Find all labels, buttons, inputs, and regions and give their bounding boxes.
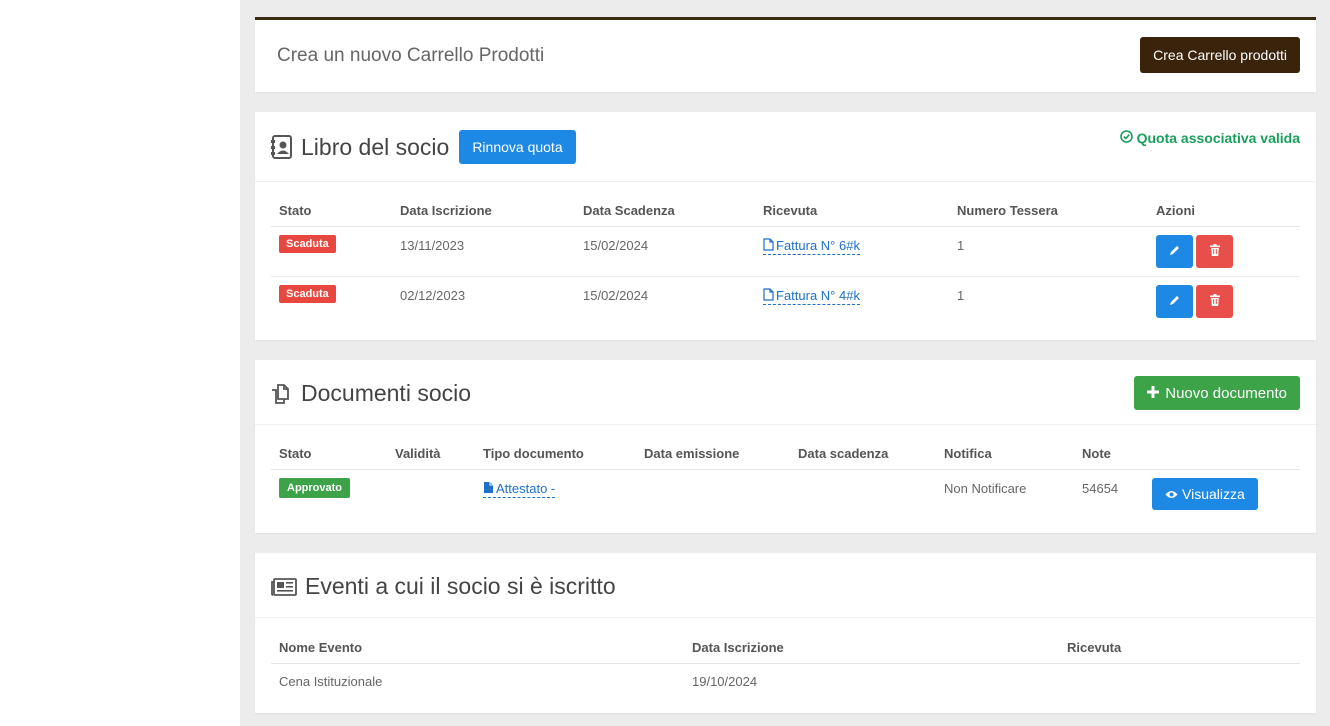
col-actions <box>1144 439 1300 470</box>
create-cart-button[interactable]: Crea Carrello prodotti <box>1140 37 1300 73</box>
col-data-iscrizione: Data Iscrizione <box>684 633 1059 664</box>
documenti-table: Stato Validità Tipo documento Data emiss… <box>271 439 1300 519</box>
data-iscrizione-cell: 19/10/2024 <box>692 673 758 689</box>
table-row: Scaduta 02/12/2023 15/02/2024 Fattura N°… <box>271 276 1300 326</box>
quota-status-text: Quota associativa valida <box>1136 130 1300 146</box>
col-ricevuta: Ricevuta <box>1059 633 1300 664</box>
numero-tessera-cell: 1 <box>949 226 1148 277</box>
table-row: Scaduta 13/11/2023 15/02/2024 Fattura N°… <box>271 226 1300 277</box>
table-row: Cena Istituzionale 19/10/2024 <box>271 663 1300 699</box>
nome-evento-cell: Cena Istituzionale <box>279 673 383 689</box>
libro-card: Libro del socio Rinnova quota Quota asso… <box>255 112 1316 340</box>
delete-button[interactable] <box>1196 284 1233 318</box>
table-row: Approvato Attestato - Non Notificare 546… <box>271 469 1300 519</box>
delete-button[interactable] <box>1196 234 1233 268</box>
col-data-scadenza: Data Scadenza <box>575 196 755 227</box>
trash-icon <box>1209 293 1220 309</box>
quota-status: Quota associativa valida <box>1119 130 1300 146</box>
ricevuta-cell <box>1059 663 1300 699</box>
libro-title: Libro del socio Rinnova quota <box>271 130 576 164</box>
documenti-card: Documenti socio Nuovo documento Stato Va… <box>255 360 1316 533</box>
ricevuta-link-text: Fattura N° 4#k <box>776 288 860 303</box>
data-emissione-cell <box>636 469 790 519</box>
ricevuta-link[interactable]: Fattura N° 6#k <box>763 237 860 255</box>
note-cell: 54654 <box>1082 480 1119 496</box>
new-document-label: Nuovo documento <box>1165 384 1287 402</box>
pencil-icon <box>1169 244 1180 259</box>
file-icon <box>763 237 774 254</box>
eventi-card: Eventi a cui il socio si è iscritto Nome… <box>255 553 1316 713</box>
newspaper-icon <box>271 577 297 596</box>
col-notifica: Notifica <box>936 439 1074 470</box>
col-tipo-documento: Tipo documento <box>475 439 636 470</box>
address-book-icon <box>271 135 293 159</box>
table-header-row: Stato Data Iscrizione Data Scadenza Rice… <box>271 196 1300 227</box>
plus-icon <box>1147 385 1160 402</box>
eye-icon <box>1165 486 1178 502</box>
libro-table: Stato Data Iscrizione Data Scadenza Rice… <box>271 196 1300 326</box>
documenti-title: Documenti socio <box>271 380 471 407</box>
data-iscrizione-cell: 02/12/2023 <box>400 287 466 303</box>
cart-card: Crea un nuovo Carrello Prodotti Crea Car… <box>255 17 1316 92</box>
documenti-title-text: Documenti socio <box>301 380 472 406</box>
ricevuta-link-text: Fattura N° 6#k <box>776 238 860 253</box>
status-badge: Approvato <box>279 477 350 498</box>
edit-button[interactable] <box>1156 284 1193 318</box>
validita-cell <box>387 469 475 519</box>
col-data-iscrizione: Data Iscrizione <box>392 196 575 227</box>
file-icon <box>483 481 494 497</box>
numero-tessera-cell: 1 <box>957 287 965 303</box>
document-link-text: Attestato - <box>496 481 556 496</box>
eventi-table: Nome Evento Data Iscrizione Ricevuta Cen… <box>271 633 1300 699</box>
edit-button[interactable] <box>1156 234 1193 268</box>
document-link[interactable]: Attestato - <box>483 481 556 498</box>
col-nome-evento: Nome Evento <box>271 633 684 664</box>
left-sidebar <box>0 0 240 726</box>
libro-title-text: Libro del socio <box>301 133 450 160</box>
col-data-emissione: Data emissione <box>636 439 790 470</box>
col-data-scadenza: Data scadenza <box>790 439 936 470</box>
status-badge: Scaduta <box>279 284 336 303</box>
data-iscrizione-cell: 13/11/2023 <box>392 226 575 277</box>
view-button-label: Visualizza <box>1182 485 1245 502</box>
eventi-title-text: Eventi a cui il socio si è iscritto <box>305 573 616 599</box>
data-scadenza-cell: 15/02/2024 <box>575 226 755 277</box>
renew-quota-button[interactable]: Rinnova quota <box>459 130 576 164</box>
check-circle-icon <box>1119 130 1133 146</box>
ricevuta-link[interactable]: Fattura N° 4#k <box>763 287 860 305</box>
col-azioni: Azioni <box>1148 196 1300 227</box>
table-header-row: Stato Validità Tipo documento Data emiss… <box>271 439 1300 470</box>
notifica-cell: Non Notificare <box>944 480 1027 496</box>
status-badge: Scaduta <box>279 234 336 253</box>
file-icon <box>763 287 774 304</box>
cart-label: Crea un nuovo Carrello Prodotti <box>277 45 545 66</box>
pencil-icon <box>1169 294 1180 309</box>
new-document-button[interactable]: Nuovo documento <box>1134 376 1300 410</box>
col-numero-tessera: Numero Tessera <box>949 196 1148 227</box>
col-note: Note <box>1074 439 1144 470</box>
table-header-row: Nome Evento Data Iscrizione Ricevuta <box>271 633 1300 664</box>
libro-header: Libro del socio Rinnova quota Quota asso… <box>255 112 1316 182</box>
eventi-title: Eventi a cui il socio si è iscritto <box>271 573 616 600</box>
data-scadenza-cell <box>790 469 936 519</box>
eventi-header: Eventi a cui il socio si è iscritto <box>255 553 1316 618</box>
view-button[interactable]: Visualizza <box>1152 477 1258 510</box>
files-icon <box>271 383 293 405</box>
col-stato: Stato <box>271 196 392 227</box>
col-ricevuta: Ricevuta <box>755 196 949 227</box>
trash-icon <box>1209 243 1220 259</box>
data-scadenza-cell: 15/02/2024 <box>583 287 649 303</box>
col-stato: Stato <box>271 439 387 470</box>
documenti-header: Documenti socio Nuovo documento <box>255 360 1316 425</box>
col-validita: Validità <box>387 439 475 470</box>
